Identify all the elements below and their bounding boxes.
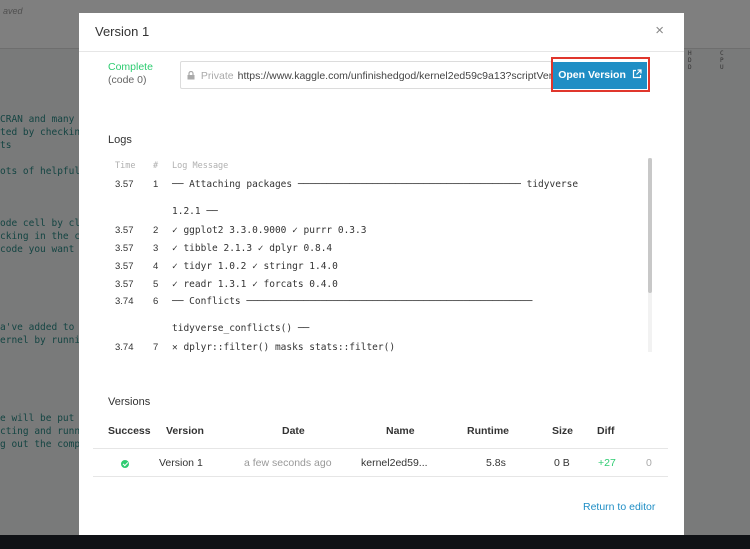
run-status: Complete (code 0) [108,61,153,87]
col-diff: Diff [597,425,615,437]
log-num-header: # [153,161,159,171]
log-time: 3.74 [115,342,134,352]
modal-header: Version 1 × [79,13,684,52]
log-message-header: Log Message [172,161,229,171]
col-version: Version [166,425,204,437]
logs-scrollbar[interactable] [648,158,652,352]
version-url-field[interactable]: Private https://www.kaggle.com/unfinished… [180,61,552,89]
open-version-label: Open Version [558,69,626,81]
log-time-header: Time [115,161,136,171]
log-time: 3.57 [115,179,134,190]
scrollbar-thumb[interactable] [648,158,652,293]
privacy-label: Private [200,70,234,82]
external-link-icon [632,69,642,79]
diff-removed: 0 [646,457,652,469]
log-time: 3.57 [115,261,134,272]
log-num: 2 [153,225,159,236]
runtime-cell: 5.8s [486,457,506,469]
logs-panel[interactable]: Time # Log Message 3.57 1 ── Attaching pac… [108,158,653,352]
log-time: 3.74 [115,296,134,307]
status-label: Complete [108,61,153,73]
logs-label: Logs [108,134,132,146]
version-cell: Version 1 [159,457,203,469]
name-cell: kernel2ed59... [361,457,428,469]
versions-label: Versions [108,396,151,408]
col-name: Name [386,425,415,437]
log-message: ✓ tibble 2.1.3 ✓ dplyr 0.8.4 [172,243,333,254]
log-message: ── Attaching packages ──────────────────… [172,179,579,190]
return-to-editor-link[interactable]: Return to editor [583,501,655,513]
version-url: https://www.kaggle.com/unfinishedgod/ker… [237,70,552,82]
log-message: tidyverse_conflicts() ── [172,323,310,334]
version-modal: Version 1 × Complete (code 0) Private htt… [79,13,684,535]
size-cell: 0 B [554,457,570,469]
log-time: 3.57 [115,279,134,290]
log-message: ✓ ggplot2 3.3.0.9000 ✓ purrr 0.3.3 [172,225,367,236]
open-version-button[interactable]: Open Version [553,62,647,89]
log-num: 1 [153,179,159,190]
log-message: 1.2.1 ── [172,206,218,217]
log-message: ✕ dplyr::filter() masks stats::filter() [172,342,396,352]
col-runtime: Runtime [467,425,509,437]
log-time: 3.57 [115,225,134,236]
log-message: ── Conflicts ───────────────────────────… [172,296,533,307]
date-cell: a few seconds ago [244,457,332,469]
col-date: Date [282,425,305,437]
col-size: Size [552,425,574,437]
diff-added: +27 [598,457,616,469]
log-num: 7 [153,342,159,352]
log-message: ✓ readr 1.3.1 ✓ forcats 0.4.0 [172,279,338,290]
check-icon [121,460,129,468]
divider [93,476,668,477]
divider [93,448,668,449]
log-message: ✓ tidyr 1.0.2 ✓ stringr 1.4.0 [172,261,338,272]
log-num: 5 [153,279,159,290]
status-code: (code 0) [108,74,147,86]
log-num: 3 [153,243,159,254]
log-time: 3.57 [115,243,134,254]
log-num: 4 [153,261,159,272]
modal-title: Version 1 [95,24,150,39]
lock-icon [187,70,198,82]
col-success: Success [108,425,151,437]
close-icon[interactable]: × [655,22,664,39]
log-num: 6 [153,296,159,307]
